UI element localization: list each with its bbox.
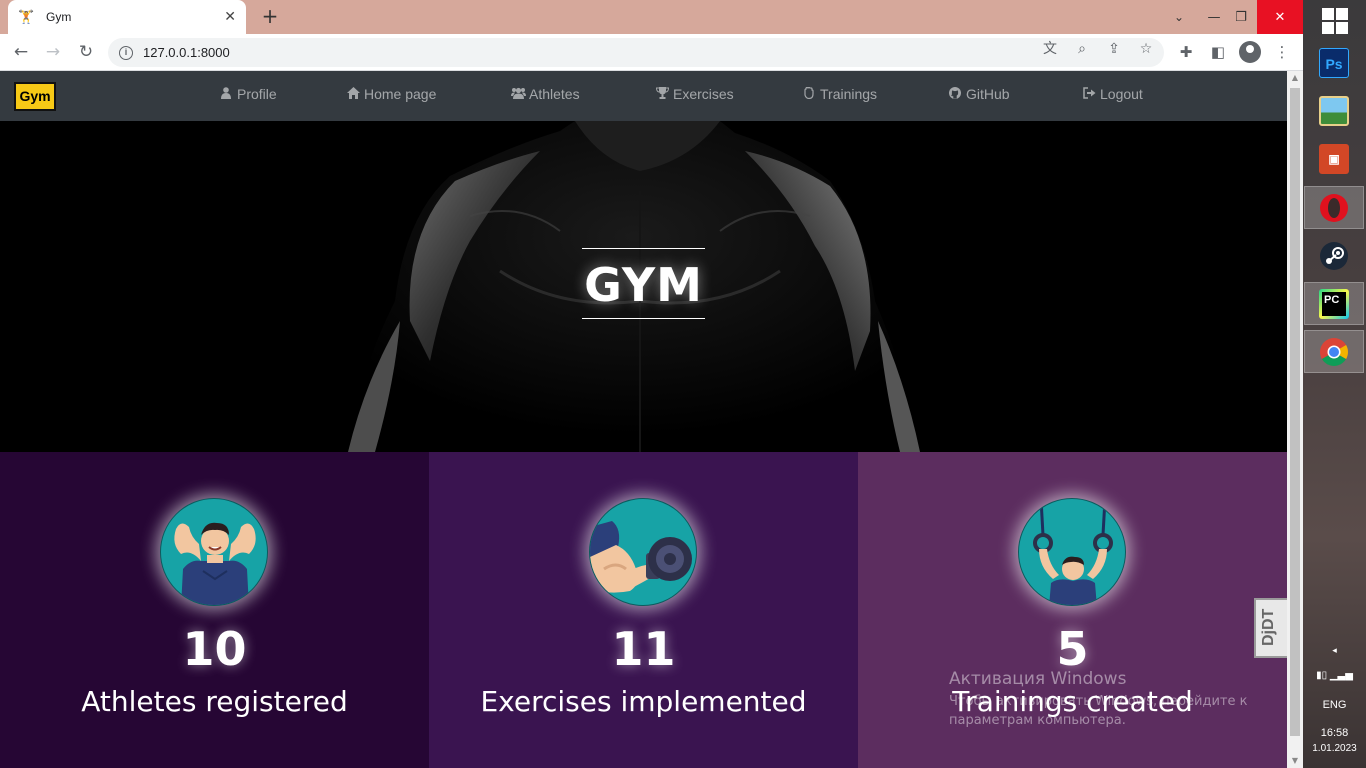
windows-taskbar: Ps ▣ PC ◂ ▮▯ ▁▃▅ ENG 16:58 1.01.2023 — [1303, 0, 1366, 768]
stat-value: 11 — [611, 622, 676, 676]
hand-icon — [802, 86, 816, 102]
taskbar-opera[interactable] — [1304, 186, 1364, 229]
opera-icon — [1319, 193, 1349, 223]
taskbar-pycharm[interactable]: PC — [1304, 282, 1364, 325]
translate-icon[interactable]: 文 — [1039, 38, 1061, 60]
hero-title-frame: GYM — [582, 248, 705, 319]
logout-icon — [1082, 86, 1096, 102]
new-tab-button[interactable]: + — [258, 4, 282, 28]
site-navbar: Gym Profile Home page Athletes Exercises — [0, 71, 1287, 121]
taskbar-powerpoint[interactable]: ▣ — [1304, 137, 1364, 180]
nav-label: Logout — [1100, 86, 1143, 102]
stat-exercises: 11 Exercises implemented — [429, 452, 858, 768]
site-info-icon[interactable]: i — [119, 45, 133, 60]
forward-arrow-icon[interactable]: → — [41, 40, 65, 64]
hero-banner: GYM — [0, 121, 1287, 452]
nav-label: Profile — [237, 86, 277, 102]
stat-value: 5 — [1056, 622, 1089, 676]
nav-label: Athletes — [529, 86, 580, 102]
gym-favicon-icon: 🏋 — [18, 9, 35, 25]
windows-start-icon[interactable] — [1322, 8, 1348, 34]
share-icon[interactable]: ⇪ — [1103, 38, 1125, 60]
profile-avatar-icon[interactable] — [1239, 41, 1261, 63]
bookmark-star-icon[interactable]: ☆ — [1135, 38, 1157, 60]
nav-profile[interactable]: Profile — [219, 86, 277, 102]
activation-text: Чтобы активировать Windows, перейдите к … — [949, 694, 1248, 728]
arm-dumbbell-illustration — [589, 498, 697, 606]
stat-label: Exercises implemented — [480, 685, 807, 718]
stat-label: Athletes registered — [81, 685, 348, 718]
reload-icon[interactable]: ↻ — [74, 40, 98, 64]
taskbar-photos[interactable] — [1304, 89, 1364, 132]
browser-titlebar: 🏋 Gym ✕ + ⌄ — ❐ ✕ — [0, 0, 1303, 34]
nav-exercises[interactable]: Exercises — [655, 86, 734, 102]
address-bar[interactable]: i 127.0.0.1:8000 — [108, 38, 1164, 67]
page-viewport: Gym Profile Home page Athletes Exercises — [0, 71, 1287, 768]
activation-title: Активация Windows — [949, 669, 1127, 689]
steam-icon — [1319, 241, 1349, 271]
tab-close-icon[interactable]: ✕ — [224, 9, 236, 25]
menu-kebab-icon[interactable]: ⋮ — [1271, 41, 1293, 63]
tray-network-icon[interactable]: ▮▯ ▁▃▅ — [1303, 670, 1366, 681]
zoom-icon[interactable]: ⌕ — [1071, 38, 1093, 60]
photoshop-icon: Ps — [1319, 47, 1349, 78]
nav-trainings[interactable]: Trainings — [802, 86, 877, 102]
back-arrow-icon[interactable]: ← — [9, 40, 33, 64]
nav-label: Exercises — [673, 86, 734, 102]
nav-logout[interactable]: Logout — [1082, 86, 1143, 102]
tray-expand-icon[interactable]: ◂ — [1303, 645, 1366, 656]
photos-icon — [1319, 95, 1349, 126]
nav-athletes[interactable]: Athletes — [511, 86, 580, 102]
users-icon — [511, 87, 526, 102]
taskbar-chrome[interactable] — [1304, 330, 1364, 373]
nav-label: Home page — [364, 86, 437, 102]
maximize-button[interactable]: ❐ — [1226, 0, 1256, 34]
browser-tab[interactable]: 🏋 Gym ✕ — [8, 0, 246, 34]
close-window-button[interactable]: ✕ — [1257, 0, 1303, 34]
flexing-athlete-illustration — [160, 498, 268, 606]
powerpoint-icon: ▣ — [1319, 143, 1349, 174]
stat-value: 10 — [182, 622, 247, 676]
user-icon — [219, 86, 233, 102]
extensions-icon[interactable]: ✚ — [1175, 41, 1197, 63]
hero-title: GYM — [584, 258, 703, 312]
scroll-down-arrow-icon[interactable]: ▼ — [1287, 754, 1303, 768]
pycharm-icon: PC — [1319, 288, 1349, 319]
tray-date[interactable]: 1.01.2023 — [1303, 743, 1366, 754]
taskbar-steam[interactable] — [1304, 234, 1364, 277]
chrome-icon — [1319, 337, 1349, 367]
pycharm-label: PC — [1322, 291, 1346, 316]
rings-athlete-illustration — [1018, 498, 1126, 606]
browser-toolbar: ← → ↻ i 127.0.0.1:8000 文 ⌕ ⇪ ☆ ✚ ◧ ⋮ — [0, 34, 1303, 71]
djdt-label: DjDT — [1260, 608, 1277, 646]
url-text: 127.0.0.1:8000 — [143, 45, 230, 60]
home-icon — [346, 86, 360, 102]
tab-search-icon[interactable]: ⌄ — [1163, 0, 1195, 34]
nav-home-page[interactable]: Home page — [346, 86, 436, 102]
side-panel-icon[interactable]: ◧ — [1207, 41, 1229, 63]
scrollbar-thumb[interactable] — [1290, 88, 1300, 736]
scroll-up-arrow-icon[interactable]: ▲ — [1287, 71, 1303, 85]
nav-label: GitHub — [966, 86, 1010, 102]
nav-github[interactable]: GitHub — [948, 86, 1010, 102]
tab-title: Gym — [46, 10, 72, 24]
page-scrollbar[interactable]: ▲ ▼ — [1287, 71, 1303, 768]
windows-activation-watermark: Активация Windows Чтобы активировать Win… — [949, 669, 1269, 730]
tray-time[interactable]: 16:58 — [1303, 727, 1366, 739]
github-icon — [948, 86, 962, 102]
taskbar-photoshop[interactable]: Ps — [1304, 41, 1364, 84]
trophy-icon — [655, 86, 669, 102]
tray-language[interactable]: ENG — [1303, 699, 1366, 711]
django-debug-toolbar-handle[interactable]: DjDT — [1254, 598, 1287, 658]
nav-label: Trainings — [820, 86, 878, 102]
site-logo[interactable]: Gym — [14, 82, 56, 111]
stat-athletes: 10 Athletes registered — [0, 452, 429, 768]
